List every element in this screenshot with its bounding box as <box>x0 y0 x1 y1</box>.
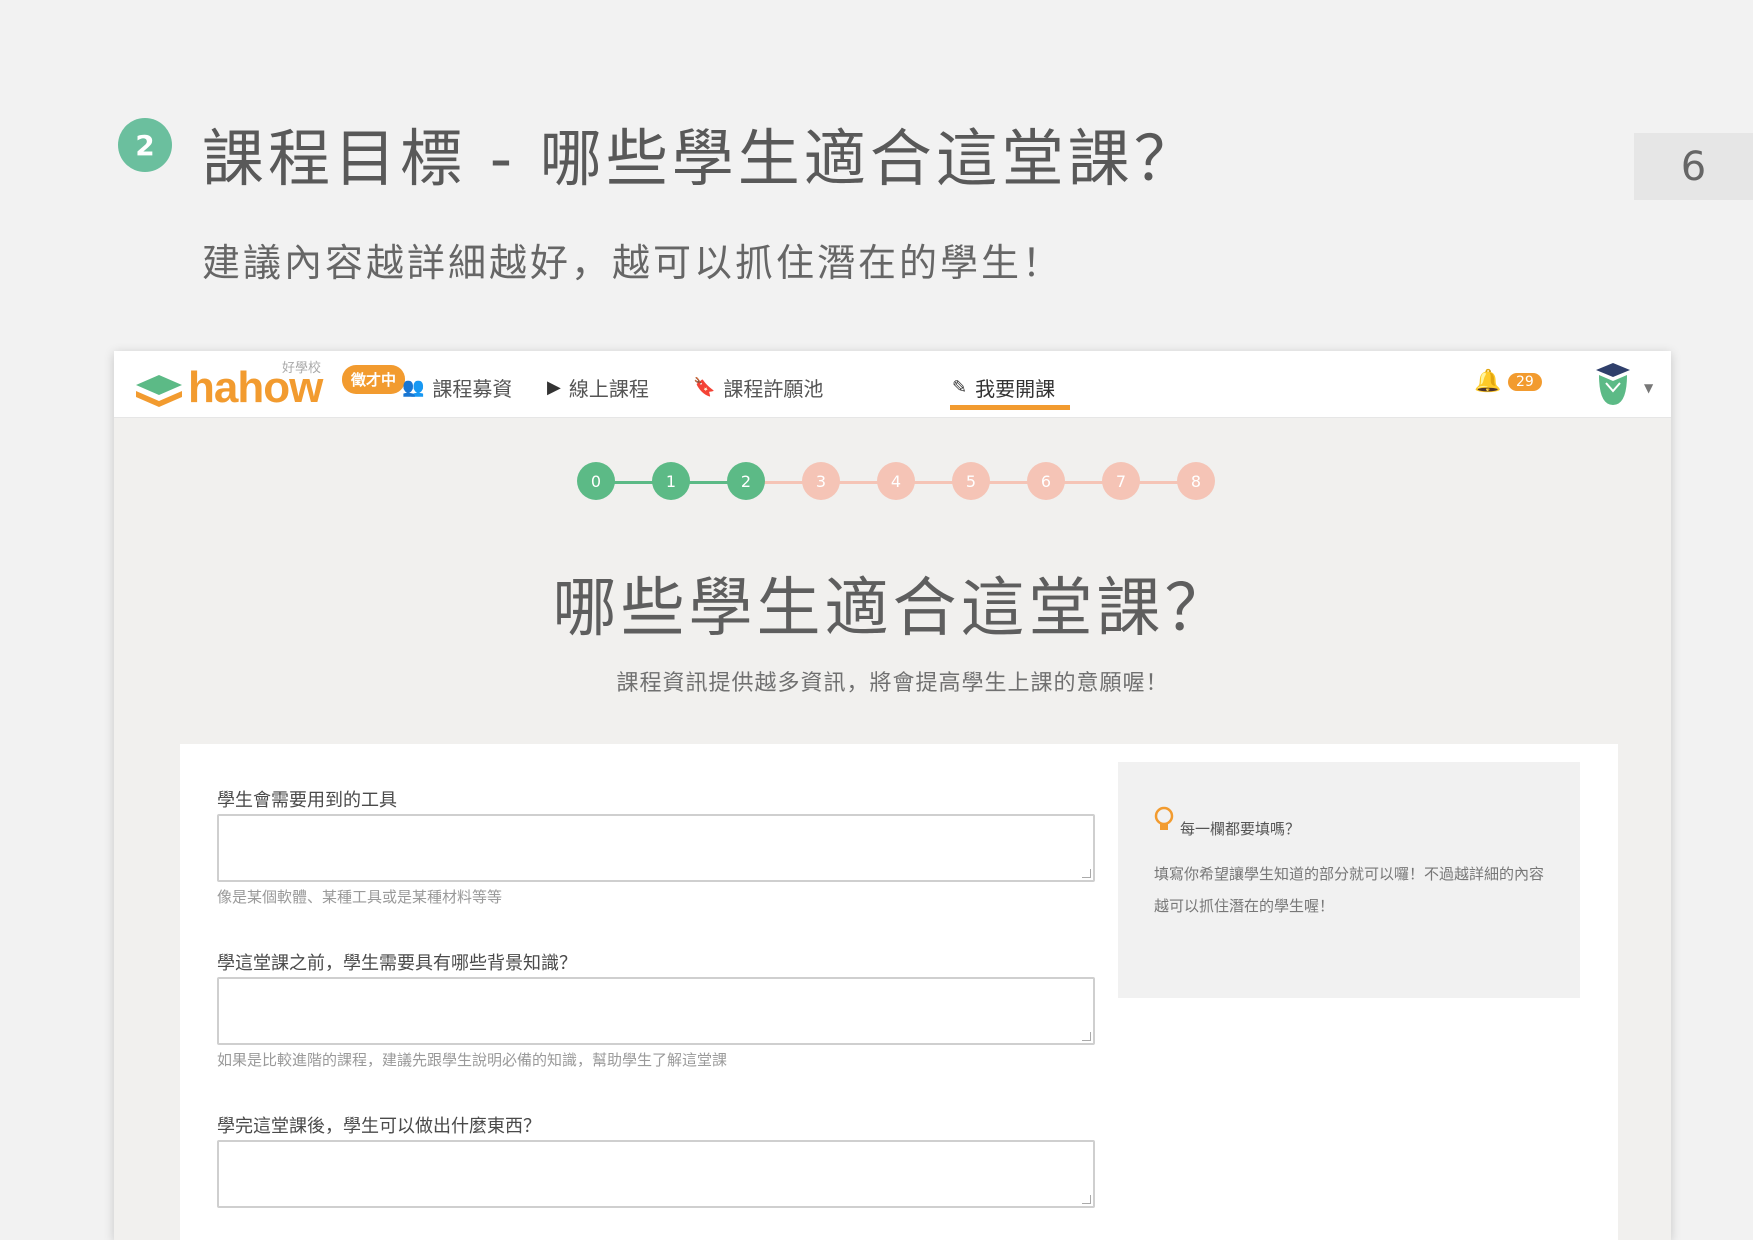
nav-item-label: 我要開課 <box>975 377 1056 401</box>
field-hint-prerequisites: 如果是比較進階的課程，建議先跟學生說明必備的知識，幫助學生了解這堂課 <box>217 1051 728 1069</box>
logo-mark-icon <box>136 375 182 407</box>
page-subtitle: 建議內容越詳細越好，越可以抓住潛在的學生！ <box>202 241 1064 285</box>
tip-panel: 每一欄都要填嗎？ 填寫你希望讓學生知道的部分就可以囉！不過越詳細的內容越可以抓住… <box>1118 762 1580 998</box>
play-circle-icon: ▶ <box>547 377 561 398</box>
page-title: 課程目標 - 哪些學生適合這堂課？ <box>202 122 1200 195</box>
stepper-step-2[interactable]: 2 <box>727 462 765 500</box>
stepper-step-5[interactable]: 5 <box>952 462 990 500</box>
nav-item-create-course[interactable]: ✎ 我要開課 <box>952 373 1055 402</box>
prerequisites-textarea[interactable] <box>217 977 1095 1045</box>
form-card: 學生會需要用到的工具 像是某個軟體、某種工具或是某種材料等等 學這堂課之前，學生… <box>180 744 1618 1240</box>
stepper-step-7[interactable]: 7 <box>1102 462 1140 500</box>
outcomes-textarea[interactable] <box>217 1140 1095 1208</box>
bookmark-icon: 🔖 <box>693 377 716 398</box>
field-label-outcomes: 學完這堂課後，學生可以做出什麼東西？ <box>217 1116 541 1137</box>
form-subheading: 課程資訊提供越多資訊，將會提高學生上課的意願喔！ <box>616 671 1169 696</box>
hahow-logo[interactable]: hahow 好學校 徵才中 <box>134 359 406 413</box>
page-number: 6 <box>1634 133 1753 200</box>
logo-tagline: 好學校 <box>282 361 322 376</box>
progress-stepper: 012345678 <box>577 459 1217 505</box>
tools-textarea[interactable] <box>217 814 1095 882</box>
active-nav-underline <box>950 405 1070 410</box>
field-label-tools: 學生會需要用到的工具 <box>217 790 397 811</box>
app-screenshot: hahow 好學校 徵才中 👥 課程募資 ▶ 線上課程 🔖 課程許願池 ✎ 我要… <box>114 351 1671 1240</box>
stepper-step-0[interactable]: 0 <box>577 462 615 500</box>
nav-item-crowdfunding[interactable]: 👥 課程募資 <box>402 373 512 402</box>
chevron-down-icon[interactable]: ▼ <box>1644 381 1653 395</box>
stepper-step-1[interactable]: 1 <box>652 462 690 500</box>
notification-count[interactable]: 29 <box>1508 373 1542 391</box>
users-icon: 👥 <box>402 377 425 398</box>
nav-item-label: 課程許願池 <box>723 377 824 401</box>
nav-item-label: 線上課程 <box>568 377 649 401</box>
nav-item-online-courses[interactable]: ▶ 線上課程 <box>547 373 649 402</box>
avatar[interactable] <box>1594 361 1632 407</box>
stepper-step-4[interactable]: 4 <box>877 462 915 500</box>
form-heading: 哪些學生適合這堂課？ <box>552 572 1233 646</box>
field-label-prerequisites: 學這堂課之前，學生需要具有哪些背景知識？ <box>217 953 577 974</box>
tip-body: 填寫你希望讓學生知道的部分就可以囉！不過越詳細的內容越可以抓住潛在的學生喔！ <box>1154 865 1545 915</box>
lightbulb-icon <box>1154 806 1174 830</box>
top-navbar: hahow 好學校 徵才中 👥 課程募資 ▶ 線上課程 🔖 課程許願池 ✎ 我要… <box>114 351 1671 418</box>
step-number-badge: 2 <box>118 118 172 172</box>
stepper-step-3[interactable]: 3 <box>802 462 840 500</box>
tip-title: 每一欄都要填嗎？ <box>1180 820 1301 838</box>
stepper-step-6[interactable]: 6 <box>1027 462 1065 500</box>
stepper-step-8[interactable]: 8 <box>1177 462 1215 500</box>
pencil-icon: ✎ <box>952 377 968 398</box>
bell-icon[interactable]: 🔔 <box>1474 369 1501 394</box>
nav-item-wishing-pool[interactable]: 🔖 課程許願池 <box>693 373 823 402</box>
nav-item-label: 課程募資 <box>432 377 513 401</box>
field-hint-tools: 像是某個軟體、某種工具或是某種材料等等 <box>217 888 503 906</box>
hiring-badge[interactable]: 徵才中 <box>342 365 406 394</box>
